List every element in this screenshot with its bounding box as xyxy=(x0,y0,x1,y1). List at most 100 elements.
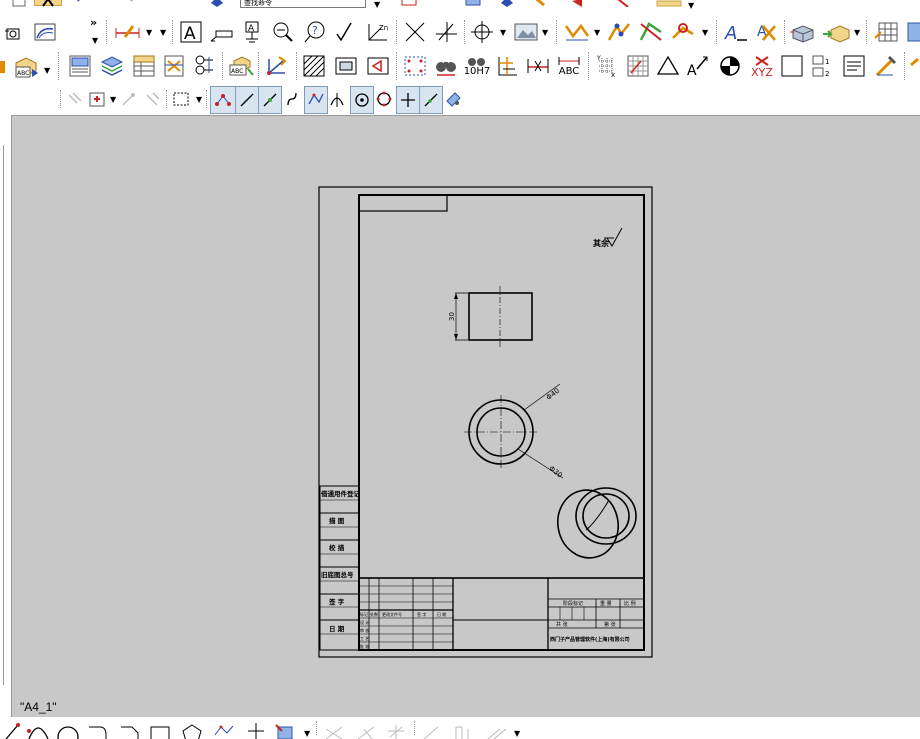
snap-point-icon[interactable] xyxy=(396,86,420,114)
snap-center-icon[interactable] xyxy=(350,86,374,114)
fillet-tool-icon[interactable] xyxy=(86,717,110,739)
sheet-number-icon[interactable]: 12 xyxy=(808,48,836,84)
overflow-chevron-icon[interactable]: » xyxy=(90,16,97,29)
parts-list-icon[interactable] xyxy=(130,48,158,84)
polygon-tool-icon[interactable] xyxy=(180,717,204,739)
annotation-template-icon[interactable]: ABC xyxy=(226,48,256,84)
selection-box-icon[interactable] xyxy=(170,86,192,112)
snap-control-point-icon[interactable] xyxy=(304,86,328,114)
layer-icon[interactable] xyxy=(462,0,484,6)
snap-spline-icon[interactable] xyxy=(282,86,302,112)
offset-dropdown-icon[interactable]: ▼ xyxy=(304,729,310,738)
section-line-icon[interactable] xyxy=(562,16,592,48)
view-dropdown-icon[interactable]: ▼ xyxy=(702,28,708,37)
leader-text-icon[interactable]: A xyxy=(684,48,712,84)
snap-off-icon[interactable] xyxy=(64,86,86,112)
image-icon[interactable] xyxy=(512,16,540,48)
detail-view-icon[interactable] xyxy=(636,16,666,48)
table-grid-icon[interactable] xyxy=(624,48,652,84)
dimension-chain-icon[interactable] xyxy=(112,16,144,48)
sheet-layout-icon[interactable] xyxy=(66,48,94,84)
text-style-icon[interactable]: A xyxy=(722,16,750,48)
model-view-icon[interactable] xyxy=(820,16,852,48)
circle-tool-icon[interactable] xyxy=(56,717,80,739)
arc-tool-icon[interactable] xyxy=(26,717,50,739)
snap-curve-icon[interactable] xyxy=(118,86,140,112)
model-view-dropdown-icon[interactable]: ▼ xyxy=(854,28,860,37)
overflow-dropdown-icon[interactable]: ▼ xyxy=(92,36,98,45)
part-view-icon[interactable] xyxy=(788,16,816,48)
csys-icon[interactable] xyxy=(262,48,292,84)
cursor-icon[interactable] xyxy=(528,0,550,7)
area-fill-icon[interactable] xyxy=(332,48,360,84)
sketch-rectangle-icon[interactable] xyxy=(2,16,26,48)
coordinate-xyz-icon[interactable]: XYZ xyxy=(746,48,778,84)
redo-icon[interactable] xyxy=(116,0,138,4)
layer-stack-icon[interactable] xyxy=(98,48,126,84)
help-annotation-icon[interactable]: ? xyxy=(302,16,328,48)
cross-line-icon[interactable] xyxy=(402,16,428,48)
center-mark-dropdown-icon[interactable]: ▼ xyxy=(500,28,506,37)
target-point-icon[interactable] xyxy=(716,48,744,84)
undo-icon[interactable] xyxy=(72,0,94,4)
view-icon[interactable] xyxy=(398,0,420,6)
hole-table-icon[interactable] xyxy=(906,16,920,48)
text-note-icon[interactable]: A xyxy=(178,16,204,48)
ruler-dropdown-icon[interactable]: ▼ xyxy=(688,1,694,10)
quick-extend-icon[interactable] xyxy=(484,717,510,739)
leader-note-icon[interactable] xyxy=(208,16,236,48)
offset-curve-icon[interactable] xyxy=(274,717,300,739)
balloon-icon[interactable] xyxy=(190,48,218,84)
selection-dropdown-icon[interactable]: ▼ xyxy=(196,95,202,104)
title-block-icon[interactable] xyxy=(840,48,868,84)
binoculars-icon[interactable] xyxy=(432,48,460,84)
section-dropdown-icon[interactable]: ▼ xyxy=(594,28,600,37)
snap-icon[interactable] xyxy=(496,0,518,7)
weld-symbol-icon[interactable]: Zn xyxy=(364,16,392,48)
studio-spline-icon[interactable] xyxy=(212,717,236,739)
point-tool-icon[interactable] xyxy=(244,717,268,739)
edit-settings-icon[interactable] xyxy=(872,48,900,84)
hatch-icon[interactable] xyxy=(300,48,328,84)
fit-tolerance-icon[interactable]: 10H7 xyxy=(462,48,492,84)
sketch-icon[interactable] xyxy=(206,0,228,7)
derived-lines-icon[interactable] xyxy=(450,717,476,739)
view-style-icon[interactable] xyxy=(160,48,188,84)
paste-icon[interactable] xyxy=(8,0,30,7)
table-icon[interactable] xyxy=(872,16,902,48)
graphics-window[interactable] xyxy=(11,115,920,718)
select-dropdown-icon[interactable]: ▼ xyxy=(110,95,116,104)
zoom-out-icon[interactable] xyxy=(270,16,296,48)
triangle-icon[interactable] xyxy=(654,48,682,84)
auxiliary-view-icon[interactable] xyxy=(668,16,698,48)
snap-intersection-icon[interactable] xyxy=(326,86,348,112)
snap-midpoint-icon[interactable] xyxy=(258,86,282,114)
datum-feature-icon[interactable]: A xyxy=(240,16,264,48)
snap-face-icon[interactable] xyxy=(142,86,164,112)
cut-icon[interactable] xyxy=(34,0,62,7)
angled-centerline-icon[interactable] xyxy=(432,16,460,48)
linear-dimension-text-icon[interactable]: ABC xyxy=(554,48,584,84)
grid-snap-icon[interactable]: xY xyxy=(592,48,620,84)
break-line-icon[interactable] xyxy=(604,16,634,48)
cut-tab-icon[interactable] xyxy=(0,48,6,84)
image-dropdown-icon[interactable]: ▼ xyxy=(542,28,548,37)
drawing-template-icon[interactable]: ABC xyxy=(12,48,42,84)
dimension-dropdown-icon[interactable]: ▼ xyxy=(146,28,152,37)
tools-icon[interactable] xyxy=(612,0,634,7)
more-tools-icon[interactable] xyxy=(908,48,920,84)
chamfer-tool-icon[interactable] xyxy=(118,717,142,739)
corner-tool-icon[interactable] xyxy=(384,717,408,739)
rectangle-tool-icon[interactable] xyxy=(148,717,172,739)
bolt-circle-icon[interactable] xyxy=(400,48,430,84)
snap-endpoint-icon[interactable] xyxy=(210,86,236,114)
snap-line-icon[interactable] xyxy=(235,86,259,114)
ruler-icon[interactable] xyxy=(654,0,684,7)
boundary-icon[interactable] xyxy=(364,48,392,84)
chamfer-dimension-icon[interactable] xyxy=(524,48,552,84)
center-mark-icon[interactable] xyxy=(468,16,496,48)
surface-finish-icon[interactable] xyxy=(332,16,358,48)
annotation-tools-icon[interactable]: A xyxy=(752,16,780,48)
extend-tool-icon[interactable] xyxy=(354,717,378,739)
measure-icon[interactable] xyxy=(566,0,588,7)
